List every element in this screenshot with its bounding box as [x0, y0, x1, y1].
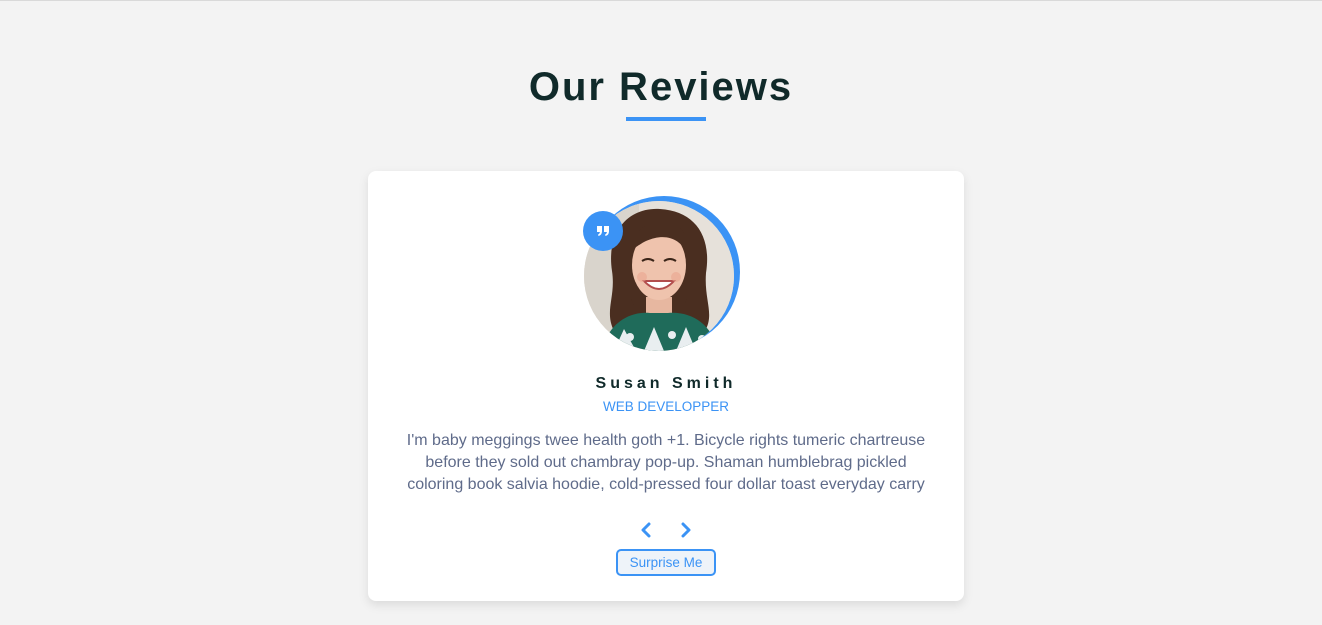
chevron-left-icon [641, 522, 651, 538]
top-divider [0, 0, 1322, 1]
quote-badge [583, 211, 623, 251]
next-button[interactable] [677, 519, 695, 541]
chevron-right-icon [681, 522, 691, 538]
surprise-me-button[interactable]: Surprise Me [616, 549, 716, 576]
page-title: Our Reviews [528, 65, 794, 109]
title-underline [626, 117, 706, 121]
prev-button[interactable] [637, 519, 655, 541]
quote-icon [597, 226, 609, 236]
review-navigation [368, 519, 964, 541]
review-text: I'm baby meggings twee health goth +1. B… [406, 432, 926, 493]
review-card: Susan Smith WEB DEVELOPPER I'm baby megg… [368, 171, 964, 601]
header: Our Reviews [0, 62, 1322, 112]
reviewer-name: Susan Smith [595, 375, 737, 392]
reviewer-job: WEB DEVELOPPER [602, 399, 730, 414]
